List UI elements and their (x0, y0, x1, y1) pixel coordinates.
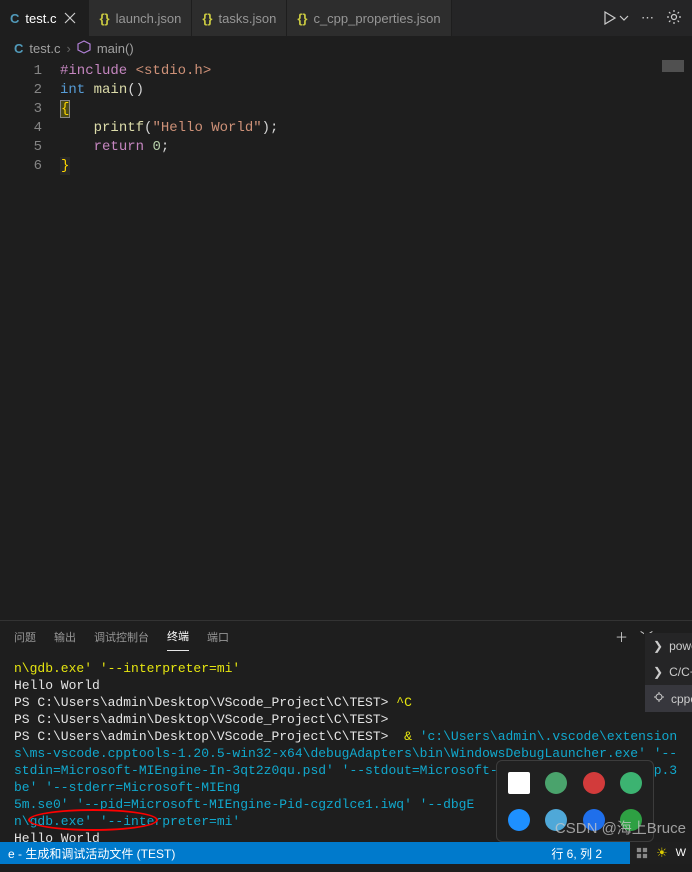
terminal-item-cppdbg[interactable]: cppc (645, 685, 692, 712)
debug-console-tab[interactable]: 调试控制台 (94, 623, 149, 651)
tab-label: launch.json (116, 11, 182, 26)
tab-label: test.c (25, 11, 56, 26)
breadcrumb-file: test.c (29, 41, 60, 56)
c-file-icon: C (14, 41, 23, 56)
tab-c-cpp-properties-json[interactable]: {} c_cpp_properties.json (287, 0, 451, 36)
close-icon[interactable] (62, 10, 78, 26)
debug-icon (653, 691, 665, 706)
status-task[interactable]: e - 生成和调试活动文件 (TEST) (8, 845, 175, 862)
line-number-gutter: 123456 (0, 62, 60, 176)
json-file-icon: {} (297, 11, 307, 26)
watermark-text: CSDN @海上Bruce (555, 817, 686, 838)
run-debug-button[interactable] (603, 11, 629, 25)
status-bar: e - 生成和调试活动文件 (TEST) 行 6, 列 2 (0, 842, 692, 864)
breadcrumbs[interactable]: C test.c › main() (0, 36, 692, 60)
problems-tab[interactable]: 问题 (14, 623, 36, 651)
tab-tasks-json[interactable]: {} tasks.json (192, 0, 287, 36)
code-content[interactable]: #include <stdio.h>int main(){ printf("He… (60, 62, 692, 176)
settings-icon[interactable] (666, 9, 682, 28)
minimap[interactable] (662, 60, 684, 72)
tab-bar: C test.c {} launch.json {} tasks.json {}… (0, 0, 692, 36)
tray-app-icon[interactable] (508, 772, 530, 794)
tray-app-icon[interactable] (583, 772, 605, 794)
taskbar-text: W (676, 847, 686, 859)
json-file-icon: {} (202, 11, 212, 26)
output-tab[interactable]: 输出 (54, 623, 76, 651)
tab-launch-json[interactable]: {} launch.json (89, 0, 192, 36)
more-actions-button[interactable]: ⋯ (641, 10, 654, 26)
terminal-icon: ❯ (653, 639, 663, 653)
c-file-icon: C (10, 11, 19, 26)
panel-tab-bar: 问题 输出 调试控制台 终端 端口 ＋ ﹀ ⋯ (0, 620, 692, 652)
windows-icon (636, 846, 648, 860)
method-icon (77, 40, 91, 57)
weather-icon[interactable]: ☀ (656, 845, 668, 861)
tray-app-icon[interactable] (545, 772, 567, 794)
windows-taskbar-segment: ☀ W (630, 842, 692, 864)
terminal-item-powershell[interactable]: ❯ powe (645, 633, 692, 659)
tray-app-icon[interactable] (620, 772, 642, 794)
terminal-list: ❯ powe ❯ C/C+ cppc (644, 633, 692, 712)
terminal-icon: ❯ (653, 665, 663, 679)
code-editor[interactable]: 123456 #include <stdio.h>int main(){ pri… (0, 60, 692, 620)
tray-app-icon[interactable] (508, 809, 530, 831)
tab-test-c[interactable]: C test.c (0, 0, 89, 36)
status-cursor-position[interactable]: 行 6, 列 2 (551, 845, 602, 862)
chevron-right-icon: › (66, 41, 70, 56)
tab-label: c_cpp_properties.json (313, 11, 440, 26)
terminal-item-c-cpp[interactable]: ❯ C/C+ (645, 659, 692, 685)
new-terminal-button[interactable]: ＋ (615, 627, 628, 646)
breadcrumb-symbol: main() (97, 41, 134, 56)
tab-label: tasks.json (219, 11, 277, 26)
terminal-tab[interactable]: 终端 (167, 622, 189, 651)
ports-tab[interactable]: 端口 (207, 623, 229, 651)
json-file-icon: {} (99, 11, 109, 26)
